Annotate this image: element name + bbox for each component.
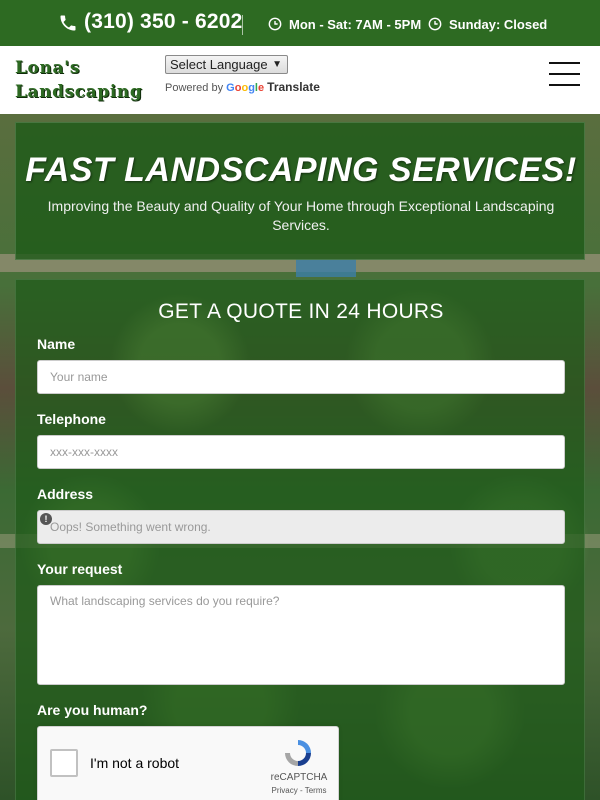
weekday-hours-text: Mon - Sat: 7AM - 5PM [289,17,422,32]
form-heading: GET A QUOTE IN 24 HOURS [158,300,444,323]
recaptcha-privacy-terms-links[interactable]: Privacy - Terms [264,786,334,795]
recaptcha-widget: I'm not a robot reCAPTCHA Privacy - Term… [37,726,339,800]
quote-form: GET A QUOTE IN 24 HOURS Name Telephone A… [15,279,585,800]
logo-line-1: Lona's [15,58,81,78]
recaptcha-brand: reCAPTCHA [270,772,328,783]
recaptcha-logo-icon [285,740,311,766]
request-textarea[interactable] [37,585,565,685]
language-select-value: Select Language [170,57,268,72]
recaptcha-label: I'm not a robot [90,755,180,771]
phone-number[interactable]: (310) 350 - 6202 [84,10,242,34]
address-input[interactable] [37,510,565,544]
clock-icon [268,17,282,31]
name-label: Name [37,336,76,352]
hero-banner: FAST LANDSCAPING SERVICES! Improving the… [15,122,585,260]
menu-toggle-button[interactable] [549,62,580,86]
top-contact-bar: (310) 350 - 6202 Mon - Sat: 7AM - 5PM Su… [0,0,600,46]
site-logo[interactable]: Lona's Landscaping [15,56,142,104]
language-select[interactable]: Select Language ▼ [165,55,288,74]
site-header: Lona's Landscaping Select Language ▼ Pow… [0,46,600,114]
hero-subtitle: Improving the Beauty and Quality of Your… [47,198,555,233]
google-logo[interactable]: Google [226,82,264,94]
topbar-divider [242,15,243,35]
recaptcha-checkbox[interactable] [50,749,78,777]
sunday-hours-text: Sunday: Closed [449,17,548,32]
telephone-input[interactable] [37,435,565,469]
phone-icon [60,15,76,31]
human-check-label: Are you human? [37,702,148,718]
name-input[interactable] [37,360,565,394]
google-translate-attribution: Powered by Google Translate [165,80,320,94]
address-label: Address [37,486,94,502]
telephone-label: Telephone [37,411,106,427]
hamburger-icon [549,62,580,64]
hero-title: FAST LANDSCAPING SERVICES! [25,151,577,189]
request-label: Your request [37,561,123,577]
clock-icon [428,17,442,31]
translate-link[interactable]: Translate [267,80,320,94]
logo-line-2: Landscaping [15,82,143,102]
powered-by-text: Powered by [165,82,224,94]
error-icon: ! [40,513,52,525]
chevron-down-icon: ▼ [272,59,282,70]
